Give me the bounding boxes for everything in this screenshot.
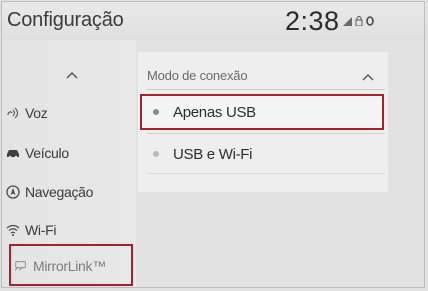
navigation-icon	[6, 185, 20, 199]
status-icons	[343, 16, 374, 28]
settings-dot-icon	[366, 16, 374, 28]
divider	[147, 173, 385, 174]
collapse-chevron-up-icon[interactable]	[361, 70, 375, 82]
connection-mode-header: Modo de conexão	[147, 66, 385, 88]
sidebar-item-label: Navegação	[25, 184, 94, 200]
header-bar: Configuração 2:38	[2, 2, 426, 40]
option-label: Apenas USB	[173, 103, 256, 121]
sidebar-item-veiculo[interactable]: Veículo	[6, 140, 69, 166]
option-usb-only[interactable]: Apenas USB	[140, 95, 384, 129]
sidebar-item-voz[interactable]: Voz	[6, 100, 48, 126]
radio-selected-icon	[153, 109, 159, 115]
page-title: Configuração	[7, 9, 124, 31]
sidebar-item-wifi[interactable]: Wi-Fi	[6, 217, 56, 243]
voice-icon	[6, 106, 20, 120]
panel-title: Modo de conexão	[147, 68, 248, 83]
clock: 2:38	[285, 6, 340, 36]
option-usb-and-wifi[interactable]: USB e Wi-Fi	[140, 137, 384, 171]
car-icon	[6, 146, 20, 160]
divider	[147, 89, 385, 90]
sidebar-item-label: Voz	[25, 105, 48, 121]
divider	[147, 133, 385, 134]
mirrorlink-highlight-frame	[9, 244, 133, 286]
sidebar-item-navegacao[interactable]: Navegação	[6, 179, 93, 205]
radio-unselected-icon	[153, 151, 159, 157]
wifi-icon	[6, 223, 20, 237]
option-label: USB e Wi-Fi	[173, 145, 253, 163]
sidebar-item-label: Veículo	[25, 145, 69, 161]
sidebar-scroll-up-icon[interactable]	[64, 68, 80, 82]
lock-icon	[355, 16, 363, 28]
settings-screen: Configuração 2:38 Voz Veículo Navegação …	[0, 0, 428, 291]
signal-icon	[343, 16, 352, 28]
sidebar-item-label: Wi-Fi	[25, 222, 57, 238]
